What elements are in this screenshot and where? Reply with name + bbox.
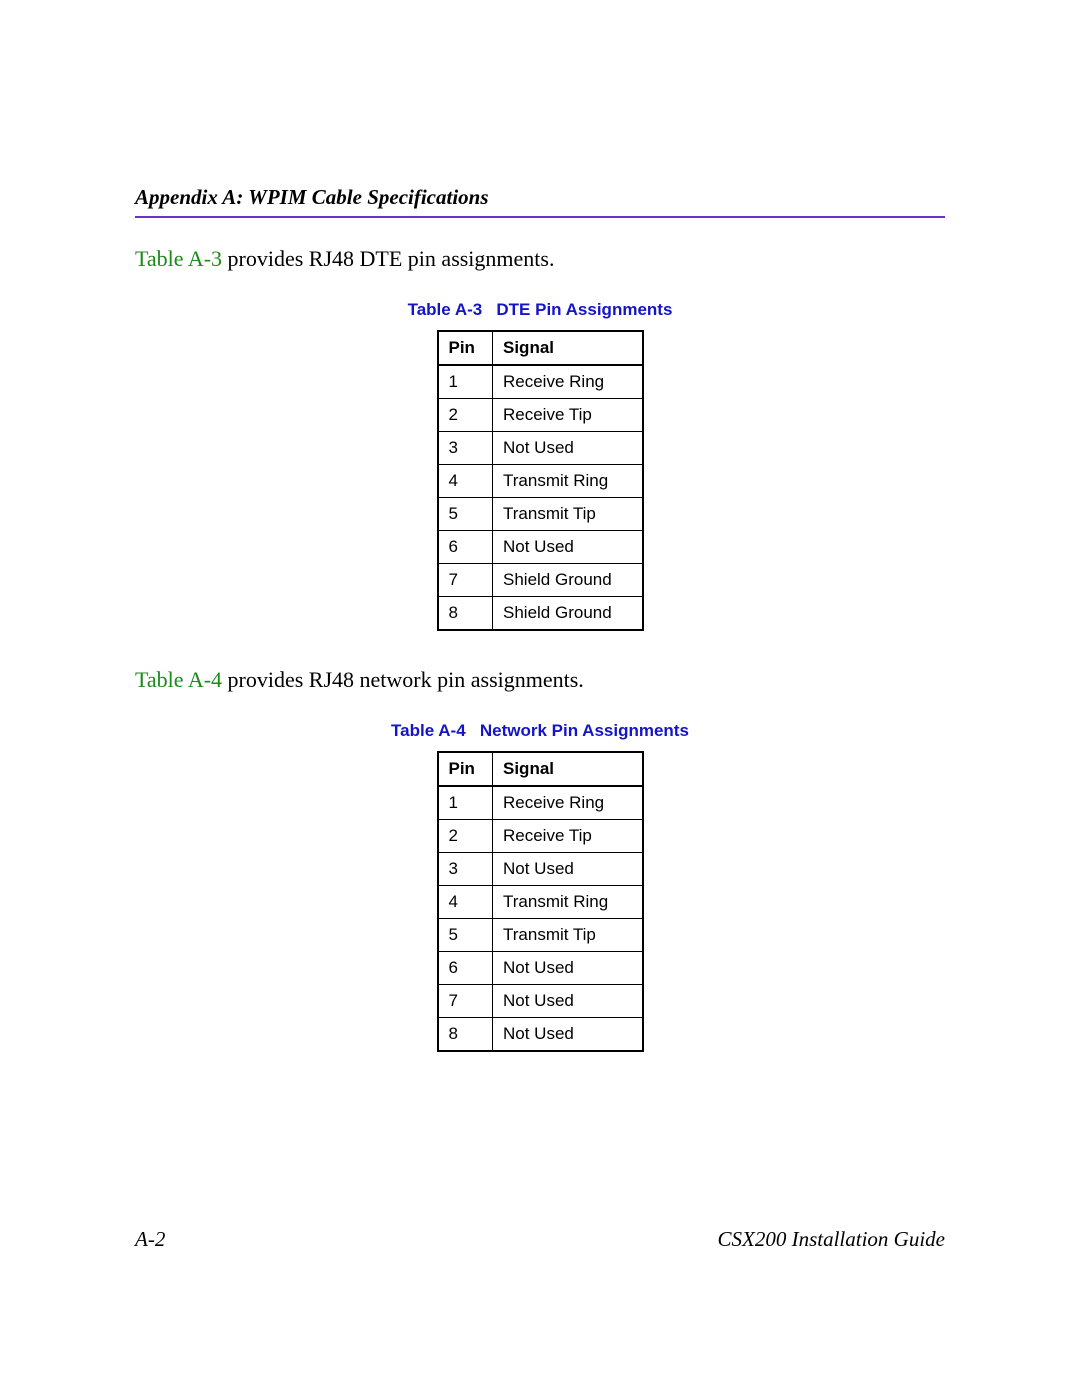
running-header: Appendix A: WPIM Cable Specifications	[135, 185, 945, 210]
table-row: 5Transmit Tip	[438, 498, 643, 531]
cell-signal: Not Used	[493, 531, 643, 564]
cell-signal: Not Used	[493, 952, 643, 985]
table-a4-caption: Table A-4 Network Pin Assignments	[135, 721, 945, 741]
cell-signal: Not Used	[493, 853, 643, 886]
page-footer: A-2 CSX200 Installation Guide	[135, 1227, 945, 1252]
cell-pin: 3	[438, 432, 493, 465]
intro-paragraph-a3: Table A-3 provides RJ48 DTE pin assignme…	[135, 246, 945, 272]
table-a3-col-pin: Pin	[438, 331, 493, 365]
intro-a4-rest: provides RJ48 network pin assignments.	[222, 667, 584, 692]
cell-signal: Not Used	[493, 1018, 643, 1052]
table-row: 4Transmit Ring	[438, 886, 643, 919]
table-a4-col-pin: Pin	[438, 752, 493, 786]
cell-pin: 1	[438, 786, 493, 820]
cell-pin: 6	[438, 531, 493, 564]
table-a4-col-signal: Signal	[493, 752, 643, 786]
cell-signal: Transmit Tip	[493, 919, 643, 952]
cell-signal: Receive Tip	[493, 820, 643, 853]
cell-pin: 6	[438, 952, 493, 985]
cell-pin: 7	[438, 985, 493, 1018]
table-a3-col-signal: Signal	[493, 331, 643, 365]
table-row: 8Not Used	[438, 1018, 643, 1052]
intro-paragraph-a4: Table A-4 provides RJ48 network pin assi…	[135, 667, 945, 693]
table-row: 3Not Used	[438, 432, 643, 465]
cell-pin: 3	[438, 853, 493, 886]
table-a4-caption-title: Network Pin Assignments	[480, 721, 689, 740]
table-a4-wrap: Pin Signal 1Receive Ring 2Receive Tip 3N…	[135, 751, 945, 1052]
table-a3-caption-title: DTE Pin Assignments	[496, 300, 672, 319]
cell-signal: Transmit Ring	[493, 465, 643, 498]
cell-signal: Receive Ring	[493, 365, 643, 399]
cell-pin: 7	[438, 564, 493, 597]
table-a4-caption-ref: Table A-4	[391, 721, 466, 740]
table-a3-header-row: Pin Signal	[438, 331, 643, 365]
cell-signal: Shield Ground	[493, 597, 643, 631]
cell-pin: 8	[438, 597, 493, 631]
page: Appendix A: WPIM Cable Specifications Ta…	[0, 0, 1080, 1397]
cell-signal: Not Used	[493, 985, 643, 1018]
cell-pin: 2	[438, 820, 493, 853]
table-row: 2Receive Tip	[438, 399, 643, 432]
cell-pin: 2	[438, 399, 493, 432]
cell-pin: 1	[438, 365, 493, 399]
table-a4: Pin Signal 1Receive Ring 2Receive Tip 3N…	[437, 751, 644, 1052]
cell-pin: 8	[438, 1018, 493, 1052]
table-row: 1Receive Ring	[438, 365, 643, 399]
cell-pin: 4	[438, 465, 493, 498]
table-row: 5Transmit Tip	[438, 919, 643, 952]
page-number: A-2	[135, 1227, 165, 1252]
table-a3-caption: Table A-3 DTE Pin Assignments	[135, 300, 945, 320]
table-row: 6Not Used	[438, 531, 643, 564]
table-a3-wrap: Pin Signal 1Receive Ring 2Receive Tip 3N…	[135, 330, 945, 631]
table-row: 7Not Used	[438, 985, 643, 1018]
header-rule	[135, 216, 945, 218]
table-row: 3Not Used	[438, 853, 643, 886]
table-row: 2Receive Tip	[438, 820, 643, 853]
intro-a3-rest: provides RJ48 DTE pin assignments.	[222, 246, 554, 271]
cell-signal: Receive Tip	[493, 399, 643, 432]
cell-pin: 5	[438, 498, 493, 531]
table-row: 6Not Used	[438, 952, 643, 985]
table-a3-xref[interactable]: Table A-3	[135, 246, 222, 271]
cell-signal: Receive Ring	[493, 786, 643, 820]
table-row: 7Shield Ground	[438, 564, 643, 597]
cell-pin: 5	[438, 919, 493, 952]
table-a4-xref[interactable]: Table A-4	[135, 667, 222, 692]
table-a3: Pin Signal 1Receive Ring 2Receive Tip 3N…	[437, 330, 644, 631]
table-row: 8Shield Ground	[438, 597, 643, 631]
document-title: CSX200 Installation Guide	[718, 1227, 946, 1252]
cell-signal: Transmit Tip	[493, 498, 643, 531]
table-a4-header-row: Pin Signal	[438, 752, 643, 786]
cell-signal: Transmit Ring	[493, 886, 643, 919]
table-row: 4Transmit Ring	[438, 465, 643, 498]
cell-pin: 4	[438, 886, 493, 919]
cell-signal: Not Used	[493, 432, 643, 465]
table-row: 1Receive Ring	[438, 786, 643, 820]
table-a3-caption-ref: Table A-3	[408, 300, 483, 319]
cell-signal: Shield Ground	[493, 564, 643, 597]
